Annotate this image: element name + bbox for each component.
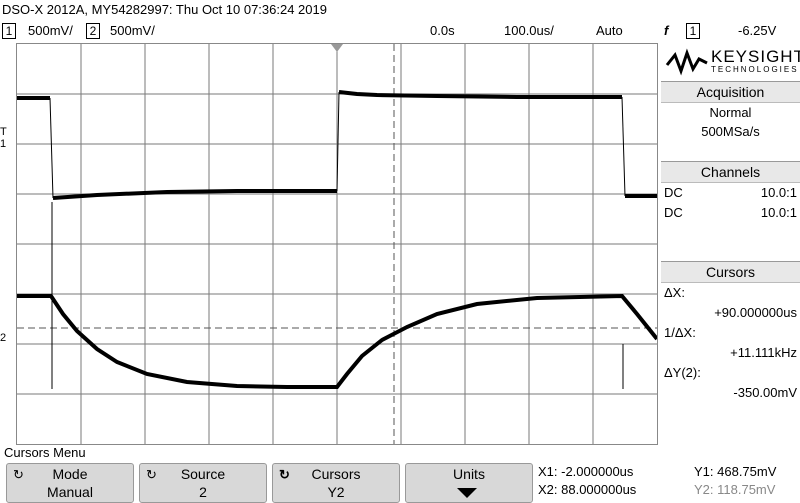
softkey-value: Manual — [47, 484, 93, 500]
y-cursor-readout: Y1: 468.75mV Y2: 118.75mV — [694, 463, 776, 499]
channels-header[interactable]: Channels — [661, 161, 800, 183]
channel-2-coupling: DC — [664, 205, 683, 220]
x1-readout: X1: -2.000000us — [538, 464, 634, 479]
channel-row: DC 10.0:1 — [661, 183, 800, 203]
x2-readout: X2: 88.000000us — [538, 482, 637, 497]
softkey-label: Source — [180, 466, 226, 482]
acquisition-rate: 500MSa/s — [701, 124, 760, 139]
x-cursor-readout: X1: -2.000000us X2: 88.000000us — [538, 463, 636, 499]
softkey-label: Mode — [52, 466, 88, 482]
trigger-mode: Auto — [596, 23, 623, 38]
delta-y-label: ΔY(2): — [664, 365, 701, 380]
y2-readout: Y2: 118.75mV — [694, 482, 776, 497]
delta-y-value: -350.00mV — [733, 385, 797, 400]
keysight-logo: KEYSIGHT TECHNOLOGIES — [661, 43, 800, 81]
trigger-position-marker — [331, 44, 343, 52]
units-softkey[interactable]: Units — [405, 463, 533, 503]
keysight-wave-icon — [665, 48, 708, 76]
acquisition-header[interactable]: Acquisition — [661, 81, 800, 103]
trigger-level-marker: T — [0, 126, 7, 138]
channel-1-probe: 10.0:1 — [760, 185, 797, 200]
mode-softkey[interactable]: ↻ Mode Manual — [6, 463, 134, 503]
trigger-source-badge: 1 — [686, 23, 700, 39]
channel-2-probe: 10.0:1 — [760, 205, 797, 220]
delta-x-value: +90.000000us — [714, 305, 797, 320]
softkey-bar: ↻ Mode Manual ↻ Source 2 ↻ Cursors Y2 Un… — [0, 462, 800, 503]
inverse-delta-x-value: +11.111kHz — [730, 345, 797, 360]
trigger-edge-icon: f — [664, 23, 669, 38]
time-scale: 100.0us/ — [504, 23, 554, 38]
delta-x-label: ΔX: — [664, 285, 685, 300]
window-title: DSO-X 2012A, MY54282997: Thu Oct 10 07:3… — [2, 2, 327, 17]
chevron-down-icon — [457, 488, 477, 498]
channel-1-badge[interactable]: 1 — [2, 23, 16, 39]
logo-brand: KEYSIGHT — [711, 47, 800, 66]
channel-1-coupling: DC — [664, 185, 683, 200]
y1-readout: Y1: 468.75mV — [694, 464, 777, 479]
logo-sub: TECHNOLOGIES — [711, 65, 799, 74]
channel-row: DC 10.0:1 — [661, 203, 800, 223]
cursors-header[interactable]: Cursors — [661, 261, 800, 283]
waveform-svg — [17, 44, 657, 444]
channel-2-badge[interactable]: 2 — [86, 23, 100, 39]
channel-2-ground-marker[interactable]: 2 — [0, 332, 6, 344]
time-offset: 0.0s — [430, 23, 455, 38]
channel-1-scale: 500mV/ — [28, 23, 73, 38]
softkey-value: 2 — [199, 484, 207, 500]
side-panel: KEYSIGHT TECHNOLOGIES Acquisition Normal… — [661, 43, 800, 403]
waveform-display[interactable] — [16, 43, 658, 445]
source-softkey[interactable]: ↻ Source 2 — [139, 463, 267, 503]
softkey-label: Cursors — [311, 466, 361, 482]
trigger-level: -6.25V — [738, 23, 777, 38]
cursors-softkey[interactable]: ↻ Cursors Y2 — [272, 463, 400, 503]
channel-1-ground-marker[interactable]: 1 — [0, 138, 6, 150]
menu-title: Cursors Menu — [4, 445, 86, 460]
channel-2-scale: 500mV/ — [110, 23, 155, 38]
inverse-delta-x-label: 1/ΔX: — [664, 325, 696, 340]
softkey-value: Y2 — [327, 484, 345, 500]
softkey-label: Units — [453, 466, 485, 482]
acquisition-mode: Normal — [709, 105, 752, 120]
status-bar: 1 500mV/ 2 500mV/ 0.0s 100.0us/ Auto f 1… — [0, 22, 800, 40]
